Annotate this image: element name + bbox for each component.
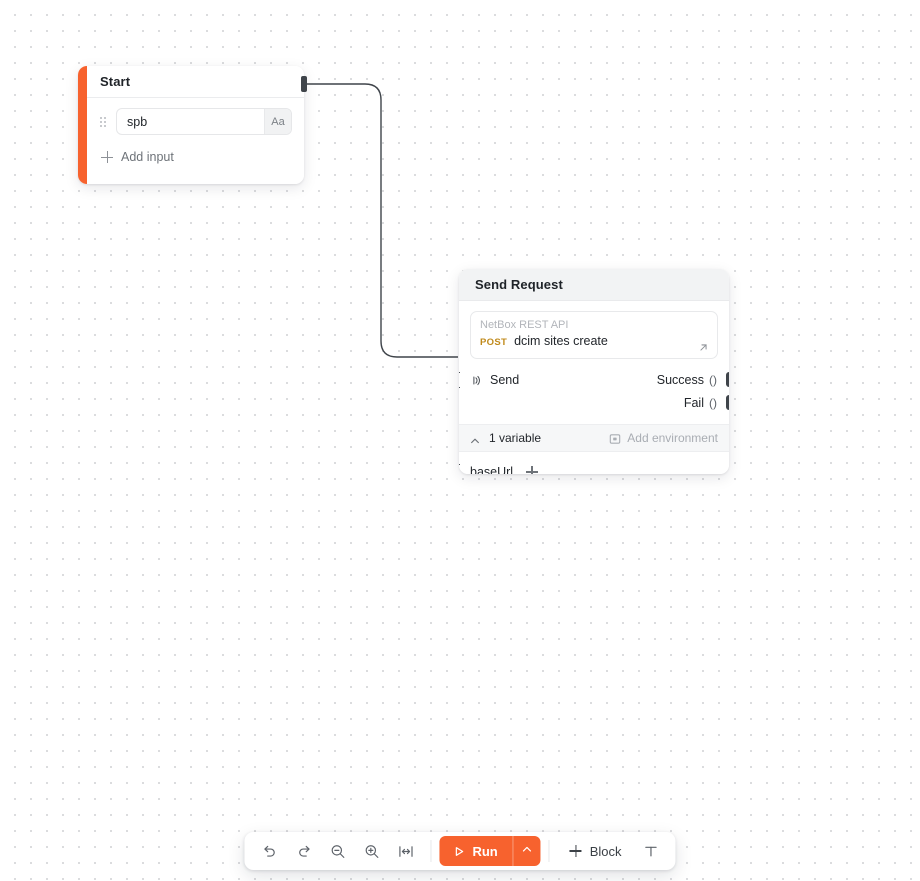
start-output-port[interactable] (301, 76, 307, 92)
send-action-row[interactable]: Send Success () (459, 368, 729, 392)
variables-bar[interactable]: 1 variable Add environment (459, 424, 729, 452)
zoom-in-button[interactable] (354, 836, 388, 866)
plus-icon (101, 151, 113, 163)
zoom-out-icon (329, 843, 346, 860)
run-options-button[interactable] (512, 836, 541, 866)
send-label: Send (490, 373, 520, 387)
variable-row-baseurl[interactable]: baseUrl (459, 452, 729, 474)
plus-icon (569, 845, 582, 857)
baseurl-input-port[interactable] (459, 464, 460, 474)
request-path: dcim sites create (514, 334, 608, 348)
add-block-button[interactable]: Block (558, 836, 634, 866)
send-input-port[interactable] (459, 372, 460, 388)
send-node-title: Send Request (475, 277, 563, 292)
add-environment-label: Add environment (627, 431, 718, 445)
undo-button[interactable] (252, 836, 286, 866)
request-method-badge: POST (480, 337, 508, 348)
success-output-label: Success (656, 373, 704, 387)
open-external-icon[interactable] (698, 340, 709, 351)
start-input-field[interactable]: spb Aa (116, 108, 292, 135)
text-icon (642, 843, 659, 860)
text-tool-button[interactable] (634, 836, 668, 866)
edge-start-to-send (304, 83, 458, 358)
success-output-value: () (709, 373, 717, 387)
redo-button[interactable] (286, 836, 320, 866)
add-environment-button[interactable]: Add environment (609, 431, 718, 445)
run-group[interactable]: Run (439, 836, 541, 866)
send-node-header[interactable]: Send Request (459, 269, 729, 301)
zoom-in-icon (363, 843, 380, 860)
add-variable-value-button[interactable] (526, 466, 539, 474)
play-icon (452, 845, 465, 858)
undo-icon (261, 843, 278, 860)
chevron-up-icon (522, 842, 533, 860)
toolbar-divider-1 (430, 840, 432, 862)
run-label: Run (472, 843, 498, 859)
start-node-title: Start (100, 74, 131, 89)
fail-output-row[interactable]: Fail () (459, 392, 729, 414)
start-input-value[interactable]: spb (117, 115, 264, 129)
request-card[interactable]: NetBox REST API POST dcim sites create (470, 311, 718, 359)
flow-canvas[interactable]: Start spb Aa Add input Send Request NetB… (0, 0, 920, 881)
toolbar-divider-2 (548, 840, 550, 862)
fail-output-port[interactable] (726, 395, 729, 410)
start-node-header[interactable]: Start (87, 66, 304, 98)
node-start[interactable]: Start spb Aa Add input (78, 66, 307, 184)
fail-output-value: () (709, 396, 717, 410)
fit-to-screen-button[interactable] (388, 836, 422, 866)
fit-width-icon (397, 843, 414, 860)
broadcast-icon (470, 374, 483, 387)
variable-count-label: 1 variable (489, 431, 542, 445)
environment-icon (609, 432, 621, 444)
add-input-button[interactable]: Add input (100, 140, 292, 174)
run-button[interactable]: Run (439, 836, 512, 866)
request-api-name: NetBox REST API (480, 319, 569, 331)
start-node-accent-bar (78, 66, 87, 184)
block-label: Block (589, 843, 622, 859)
chevron-up-icon[interactable] (470, 433, 480, 444)
fail-output-label: Fail (683, 396, 704, 410)
variable-name-baseurl: baseUrl (470, 465, 514, 474)
success-output-port[interactable] (726, 372, 729, 387)
drag-handle-icon[interactable] (100, 116, 108, 127)
add-input-label: Add input (121, 150, 174, 164)
zoom-out-button[interactable] (320, 836, 354, 866)
node-send-request[interactable]: Send Request NetBox REST API POST dcim s… (459, 269, 729, 474)
input-type-badge[interactable]: Aa (264, 109, 291, 134)
redo-icon (295, 843, 312, 860)
start-input-row[interactable]: spb Aa (100, 108, 292, 135)
bottom-toolbar[interactable]: Run Block (244, 832, 676, 870)
